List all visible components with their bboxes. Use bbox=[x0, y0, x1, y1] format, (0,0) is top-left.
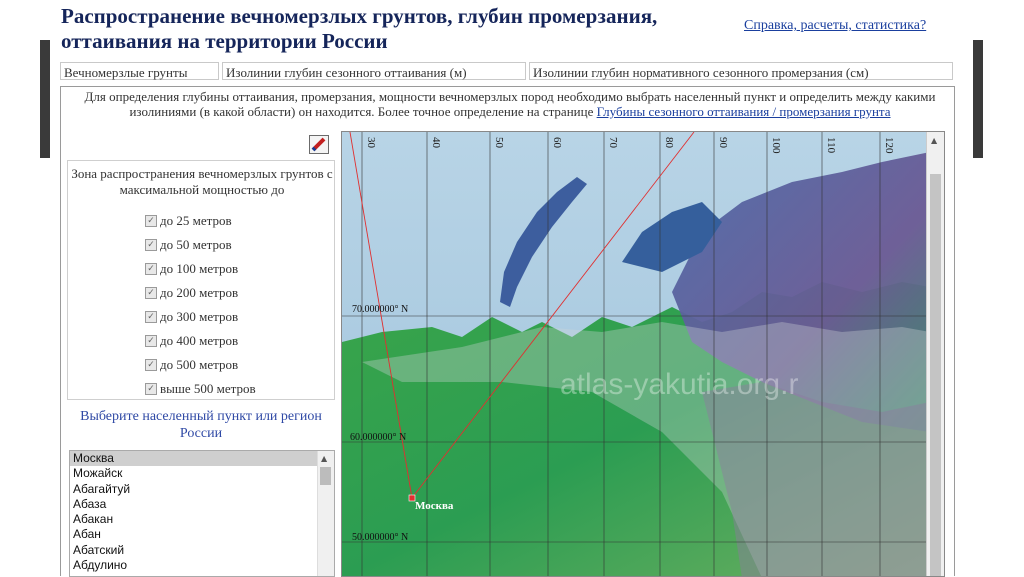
zone-item-label: до 100 метров bbox=[160, 261, 239, 276]
lon-label-50: 50 bbox=[493, 137, 505, 149]
zone-item-label: до 25 метров bbox=[160, 213, 232, 228]
lon-label-120: 120 bbox=[883, 137, 895, 154]
city-item-selected[interactable]: Москва bbox=[70, 451, 320, 467]
main-frame: Для определения глубины оттаивания, пром… bbox=[60, 86, 955, 577]
checkbox-icon[interactable]: ✓ bbox=[145, 311, 157, 323]
zone-item-label: до 400 метров bbox=[160, 333, 239, 348]
checkbox-icon[interactable]: ✓ bbox=[145, 335, 157, 347]
zone-item-label: выше 500 метров bbox=[160, 381, 256, 396]
checkbox-icon[interactable]: ✓ bbox=[145, 215, 157, 227]
page-title: Распространение вечномерзлых грунтов, гл… bbox=[61, 4, 721, 54]
lon-label-30: 30 bbox=[365, 137, 377, 149]
city-item[interactable]: Абаза bbox=[70, 497, 320, 512]
zone-item-500m[interactable]: ✓ до 500 метров bbox=[145, 357, 238, 373]
city-select-title: Выберите населенный пункт или регион Рос… bbox=[80, 409, 322, 441]
watermark-text: atlas-yakutia.org.r bbox=[560, 368, 798, 401]
checkbox-icon[interactable]: ✓ bbox=[145, 287, 157, 299]
tab-freeze-isolines[interactable]: Изолинии глубин нормативного сезонного п… bbox=[529, 62, 953, 80]
zone-item-label: до 300 метров bbox=[160, 309, 239, 324]
city-item[interactable]: Абатский bbox=[70, 543, 320, 558]
zone-panel-title: Зона распространения вечномерзлых грунто… bbox=[71, 166, 333, 197]
moscow-marker-label: Москва bbox=[415, 500, 454, 512]
scrollbar-thumb[interactable] bbox=[320, 467, 331, 485]
map-view[interactable]: atlas-yakutia.org.r Москва 70.000000° N … bbox=[341, 131, 945, 577]
zone-item-above-500m[interactable]: ✓ выше 500 метров bbox=[145, 381, 256, 397]
zone-item-400m[interactable]: ✓ до 400 метров bbox=[145, 333, 238, 349]
edit-button[interactable] bbox=[309, 135, 329, 154]
zone-item-100m[interactable]: ✓ до 100 метров bbox=[145, 261, 238, 277]
zone-item-50m[interactable]: ✓ до 50 метров bbox=[145, 237, 232, 253]
checkbox-icon[interactable]: ✓ bbox=[145, 359, 157, 371]
zone-item-label: до 200 метров bbox=[160, 285, 239, 300]
lon-label-110: 110 bbox=[825, 137, 837, 154]
zone-item-200m[interactable]: ✓ до 200 метров bbox=[145, 285, 238, 301]
instructions-text: Для определения глубины оттаивания, пром… bbox=[71, 89, 949, 119]
tab-bar: Вечномерзлые грунты Изолинии глубин сезо… bbox=[60, 62, 954, 83]
page-title-line1: Распространение вечномерзлых грунтов, гл… bbox=[61, 4, 658, 28]
city-list[interactable]: Москва Можайск Абагайтуй Абаза Абакан Аб… bbox=[69, 450, 335, 577]
permafrost-zone-panel: Зона распространения вечномерзлых грунто… bbox=[67, 160, 335, 400]
tab-permafrost[interactable]: Вечномерзлые грунты bbox=[60, 62, 219, 80]
city-item[interactable]: Абан bbox=[70, 527, 320, 542]
lon-label-60: 60 bbox=[551, 137, 563, 149]
zone-item-label: до 50 метров bbox=[160, 237, 232, 252]
checkbox-icon[interactable]: ✓ bbox=[145, 263, 157, 275]
left-decor-bar bbox=[40, 40, 50, 158]
city-list-scrollbar[interactable]: ▲ bbox=[317, 451, 334, 576]
city-item[interactable]: Абакан bbox=[70, 512, 320, 527]
lon-label-80: 80 bbox=[663, 137, 675, 149]
lat-label-50: 50.000000° N bbox=[352, 532, 408, 543]
page-title-line2: оттаивания на территории России bbox=[61, 29, 388, 53]
city-item[interactable]: Абагайтуй bbox=[70, 482, 320, 497]
permafrost-map[interactable]: atlas-yakutia.org.r Москва 70.000000° N … bbox=[342, 132, 930, 577]
help-link[interactable]: Справка, расчеты, статистика? bbox=[744, 18, 926, 34]
checkbox-icon[interactable]: ✓ bbox=[145, 239, 157, 251]
lat-label-70: 70.000000° N bbox=[352, 304, 408, 315]
right-decor-bar bbox=[973, 40, 983, 158]
zone-item-label: до 500 метров bbox=[160, 357, 239, 372]
map-scrollbar[interactable]: ▲ bbox=[926, 132, 944, 576]
pencil-icon bbox=[310, 136, 328, 153]
city-item[interactable]: Можайск bbox=[70, 466, 320, 481]
lon-label-70: 70 bbox=[607, 137, 619, 149]
checkbox-icon[interactable]: ✓ bbox=[145, 383, 157, 395]
city-item[interactable]: Абдулино bbox=[70, 558, 320, 573]
scroll-up-arrow-icon[interactable]: ▲ bbox=[321, 454, 327, 463]
zone-item-25m[interactable]: ✓ до 25 метров bbox=[145, 213, 232, 229]
zone-item-300m[interactable]: ✓ до 300 метров bbox=[145, 309, 238, 325]
map-watermark: atlas-yakutia.org.r bbox=[560, 368, 798, 401]
lon-label-90: 90 bbox=[717, 137, 729, 149]
tab-thaw-isolines[interactable]: Изолинии глубин сезонного оттаивания (м) bbox=[222, 62, 526, 80]
lat-label-60: 60.000000° N bbox=[350, 432, 406, 443]
lon-label-100: 100 bbox=[770, 137, 782, 154]
instructions-link[interactable]: Глубины сезонного оттаивания / промерзан… bbox=[597, 104, 891, 119]
scroll-up-arrow-icon[interactable]: ▲ bbox=[931, 136, 937, 145]
lon-label-40: 40 bbox=[430, 137, 442, 149]
scrollbar-thumb[interactable] bbox=[930, 174, 941, 576]
